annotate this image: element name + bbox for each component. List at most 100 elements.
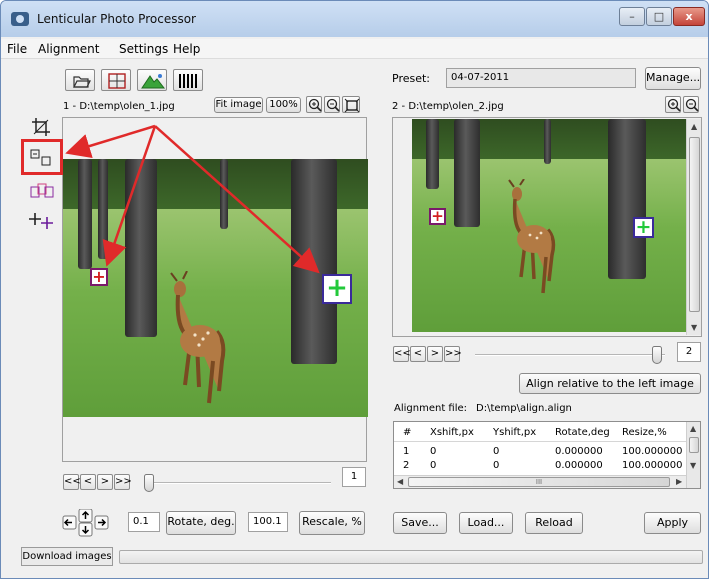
alignment-file-path: D:\temp\align.align [476, 403, 572, 414]
left-nav-prev[interactable]: < [80, 474, 96, 490]
right-marker-green[interactable]: + [633, 217, 654, 238]
left-frame-slider[interactable] [144, 474, 154, 492]
rotate-button[interactable]: Rotate, deg. [166, 511, 236, 535]
mountain-icon [141, 74, 166, 89]
right-nav-last[interactable]: >> [444, 346, 462, 362]
fit-frame-button[interactable] [342, 96, 360, 113]
right-nav-next[interactable]: > [427, 346, 443, 362]
column-header-rotate: Rotate,deg [555, 427, 610, 438]
alignment-table[interactable]: # Xshift,px Yshift,px Rotate,deg Resize,… [393, 421, 701, 489]
crop-icon [32, 118, 50, 136]
left-nav-last[interactable]: >> [114, 474, 132, 490]
crosshair-icon [29, 213, 53, 229]
left-frame-slider-track [146, 482, 331, 484]
left-nav-first[interactable]: << [63, 474, 81, 490]
right-image-view[interactable]: + + ▲ ▼ [392, 117, 702, 337]
right-nav-first[interactable]: << [393, 346, 411, 362]
zoom-out-icon [326, 98, 340, 112]
table-horizontal-scrollbar[interactable]: ◀ III ▶ [394, 475, 686, 488]
table-vertical-scrollbar[interactable]: ▲ ▼ [686, 422, 700, 488]
left-marker-red[interactable]: + [90, 268, 108, 286]
left-marker-green[interactable]: + [322, 274, 352, 304]
table-row[interactable]: 2 0 0 0.000000 100.000000 [394, 460, 686, 473]
column-header-xshift: Xshift,px [430, 427, 474, 438]
zoom-in-icon [667, 98, 681, 112]
grid-button[interactable] [101, 69, 131, 91]
load-button[interactable]: Load... [459, 512, 513, 534]
cell-xshift: 0 [430, 446, 437, 457]
table-header: # Xshift,px Yshift,px Rotate,deg Resize,… [394, 422, 686, 442]
left-image-view[interactable]: + + [62, 117, 368, 462]
cell-rotate: 0.000000 [555, 446, 603, 457]
left-photo: + + [63, 159, 368, 417]
preset-field[interactable]: 04-07-2011 [446, 68, 636, 88]
open-folder-icon [73, 76, 91, 88]
grid-icon [108, 73, 126, 89]
open-folder-button[interactable] [65, 69, 95, 91]
column-header-index: # [403, 427, 412, 438]
table-row[interactable]: 1 0 0 0.000000 100.000000 [394, 446, 686, 459]
column-header-resize: Resize,% [622, 427, 667, 438]
right-frame-slider[interactable] [652, 346, 662, 364]
cell-resize: 100.000000 [622, 446, 683, 457]
cell-resize: 100.000000 [622, 460, 683, 471]
close-button[interactable]: x [673, 7, 705, 26]
cell-yshift: 0 [493, 460, 500, 471]
manage-button[interactable]: Manage... [645, 67, 701, 90]
right-frame-slider-track [475, 354, 665, 356]
right-image-label: 2 - D:\temp\olen_2.jpg [392, 101, 504, 112]
reload-button[interactable]: Reload [525, 512, 583, 534]
zoom-in-button[interactable] [306, 96, 322, 113]
fit-image-button[interactable]: Fit image [214, 97, 263, 113]
zoom-out-button[interactable] [324, 96, 340, 113]
deer-image [170, 271, 226, 404]
table-vscroll-thumb[interactable] [689, 437, 699, 453]
right-zoom-in-button[interactable] [665, 96, 681, 113]
table-scroll-thumb[interactable]: III [408, 477, 670, 487]
compare-tool[interactable] [29, 182, 55, 207]
compare-icon [30, 183, 54, 198]
menu-file[interactable]: File [7, 42, 27, 56]
lenticular-pattern-button[interactable] [173, 69, 203, 91]
menu-settings[interactable]: Settings [119, 42, 168, 56]
crosshair-tool[interactable] [29, 211, 55, 236]
rescale-button[interactable]: Rescale, % [299, 511, 365, 535]
rotate-arrows-control[interactable] [62, 508, 110, 537]
column-header-yshift: Yshift,px [493, 427, 537, 438]
align-relative-button[interactable]: Align relative to the left image [519, 373, 701, 394]
right-frame-number: 2 [677, 342, 701, 362]
cell-rotate: 0.000000 [555, 460, 603, 471]
left-frame-number: 1 [342, 467, 366, 487]
rotate-arrows-icon [62, 508, 109, 537]
right-image-scrollbar[interactable]: ▲ ▼ [686, 119, 701, 335]
window-title: Lenticular Photo Processor [37, 12, 196, 26]
title-bar: Lenticular Photo Processor – □ x [1, 1, 708, 37]
app-window: Lenticular Photo Processor – □ x File Al… [0, 0, 709, 579]
right-zoom-out-button[interactable] [683, 96, 699, 113]
scroll-thumb[interactable] [689, 137, 700, 312]
barcode-icon [179, 74, 197, 88]
apply-button[interactable]: Apply [644, 512, 701, 534]
zoom-100-button[interactable]: 100% [266, 97, 301, 113]
rescale-value-field[interactable]: 100.1 [248, 512, 288, 532]
image-mode-button[interactable] [137, 69, 167, 91]
right-marker-red[interactable]: + [429, 208, 446, 225]
deer-image [508, 179, 556, 294]
align-points-tool[interactable] [28, 147, 58, 174]
cell-index: 1 [403, 446, 410, 457]
alignment-file-label: Alignment file: [394, 403, 468, 414]
download-images-tab[interactable]: Download images [21, 547, 113, 566]
status-bar: Download images [21, 547, 703, 567]
maximize-button[interactable]: □ [646, 7, 672, 26]
zoom-out-icon [685, 98, 699, 112]
rotate-value-field[interactable]: 0.1 [128, 512, 160, 532]
right-nav-prev[interactable]: < [410, 346, 426, 362]
align-points-icon [30, 149, 51, 166]
menu-alignment[interactable]: Alignment [38, 42, 99, 56]
minimize-button[interactable]: – [619, 7, 645, 26]
left-nav-next[interactable]: > [97, 474, 113, 490]
save-button[interactable]: Save... [393, 512, 447, 534]
app-icon [11, 12, 29, 26]
crop-tool[interactable] [31, 117, 51, 142]
menu-help[interactable]: Help [173, 42, 200, 56]
